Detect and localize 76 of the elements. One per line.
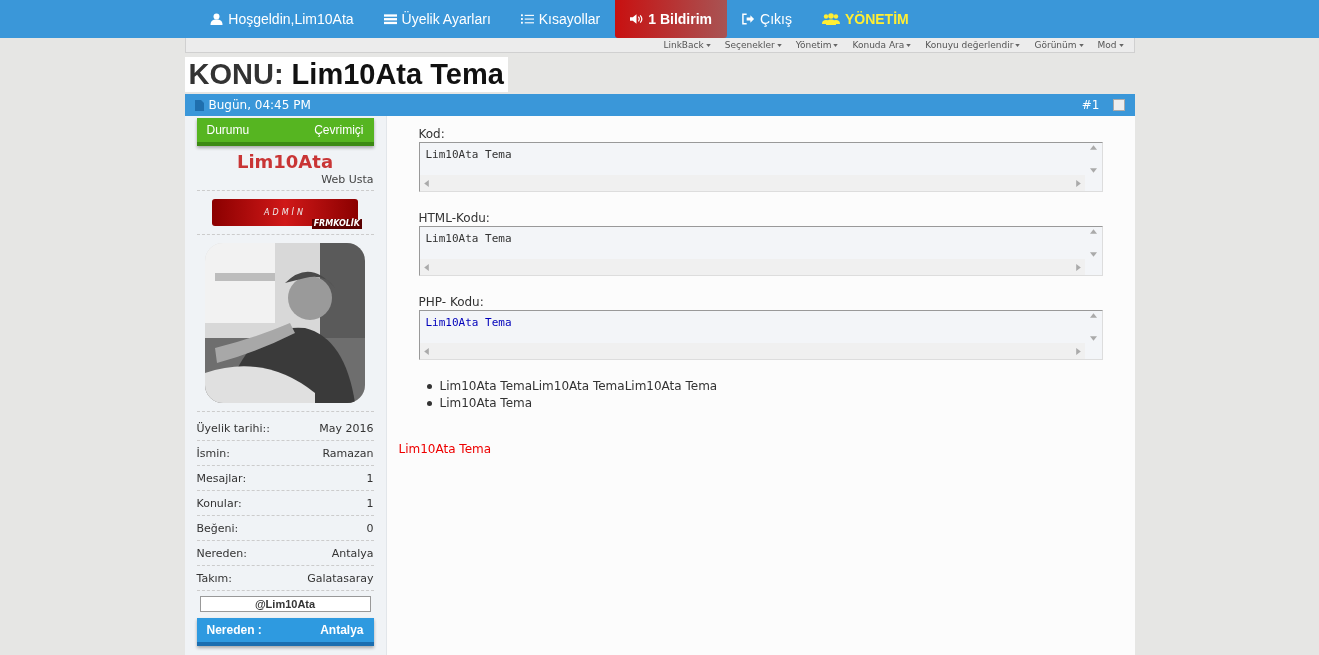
scroll-up-icon[interactable] (1089, 229, 1097, 234)
nav-link[interactable]: Hoşgeldin,Lim10Ata (195, 0, 369, 38)
toolbar-menu[interactable]: Yönetim (795, 38, 839, 52)
stat-value: 1 (366, 471, 374, 485)
stat-label: Üyelik tarihi:: (196, 421, 270, 435)
post-date: Bugün, 04:45 PM (208, 98, 311, 112)
user-handle: @Lim10Ata (199, 596, 371, 612)
user-title: Web Usta (320, 173, 374, 186)
nav-link[interactable]: Üyelik Ayarları (368, 0, 506, 38)
scroll-right-icon[interactable] (1075, 179, 1081, 187)
scroll-up-icon[interactable] (1089, 313, 1097, 318)
stat-value: 1 (366, 496, 374, 510)
code-block-label: PHP- Kodu: (418, 294, 485, 310)
scroll-up-icon[interactable] (1089, 145, 1097, 150)
stat-label: İsmin: (196, 446, 230, 460)
stat-label: Takım: (196, 571, 232, 585)
toolbar-menu[interactable]: Mod (1097, 38, 1124, 52)
code-text: Lim10Ata Tema (424, 147, 513, 163)
list-icon (520, 13, 534, 25)
select-checkbox[interactable] (1112, 99, 1125, 111)
exit-icon (742, 13, 756, 25)
location-label: Nereden : (206, 623, 262, 637)
location-value: Antalya (320, 623, 364, 637)
bullet-icon (426, 384, 432, 389)
stat-value: 0 (366, 521, 374, 535)
caret-icon (906, 43, 912, 47)
code-block-label: HTML-Kodu: (418, 210, 491, 226)
list-item: Lim10Ata TemaLim10Ata TemaLim10Ata Tema (439, 378, 718, 395)
toolbar-menu[interactable]: Seçenekler (724, 38, 782, 52)
list-item: Lim10Ata Tema (439, 395, 533, 412)
stat-label: Konular: (196, 496, 242, 510)
thread-title: KONU: Lim10Ata Tema (184, 57, 508, 92)
code-block-label: Kod: (418, 126, 446, 142)
post-number-link[interactable]: #1 (1081, 98, 1100, 112)
bullet-icon (426, 401, 432, 406)
status-value: Çevrimiçi (314, 123, 364, 137)
toolbar-menu[interactable]: Konuyu değerlendir (925, 38, 1021, 52)
scroll-right-icon[interactable] (1075, 263, 1081, 271)
stat-value: Ramazan (322, 446, 374, 460)
caret-icon (1015, 43, 1021, 47)
status-label: Durumu (206, 123, 250, 137)
stat-value: May 2016 (319, 421, 374, 435)
list-icon (383, 13, 397, 25)
users-icon (821, 13, 840, 25)
code-text: Lim10Ata Tema (424, 231, 513, 247)
horizontal-scrollbar[interactable] (419, 259, 1085, 275)
nav-link[interactable]: Çıkış (727, 0, 807, 38)
scroll-down-icon[interactable] (1089, 168, 1097, 173)
document-icon (194, 99, 204, 111)
horizontal-scrollbar[interactable] (419, 343, 1085, 359)
speaker-icon (630, 13, 644, 25)
caret-icon (1078, 43, 1084, 47)
scroll-right-icon[interactable] (1075, 347, 1081, 355)
stat-label: Nereden: (196, 546, 247, 560)
stat-value: Antalya (331, 546, 374, 560)
scroll-left-icon[interactable] (423, 179, 429, 187)
stat-label: Beğeni: (196, 521, 239, 535)
toolbar-menu[interactable]: Konuda Ara (852, 38, 912, 52)
scroll-left-icon[interactable] (423, 263, 429, 271)
scroll-down-icon[interactable] (1089, 252, 1097, 257)
code-text: Lim10Ata Tema (424, 315, 513, 331)
scroll-left-icon[interactable] (423, 347, 429, 355)
stat-label: Mesajlar: (196, 471, 247, 485)
user-icon (210, 13, 224, 25)
caret-icon (776, 43, 782, 47)
toolbar-menu[interactable]: Görünüm (1034, 38, 1084, 52)
scroll-down-icon[interactable] (1089, 336, 1097, 341)
username-link[interactable]: Lim10Ata (196, 151, 374, 173)
caret-icon (1118, 43, 1124, 47)
horizontal-scrollbar[interactable] (419, 175, 1085, 191)
toolbar-menu[interactable]: LinkBack (663, 38, 711, 52)
stat-value: Galatasaray (307, 571, 374, 585)
signature-text: Lim10Ata Tema (398, 442, 492, 456)
nav-link[interactable]: Kısayollar (505, 0, 616, 38)
caret-icon (833, 43, 839, 47)
caret-icon (705, 43, 711, 47)
